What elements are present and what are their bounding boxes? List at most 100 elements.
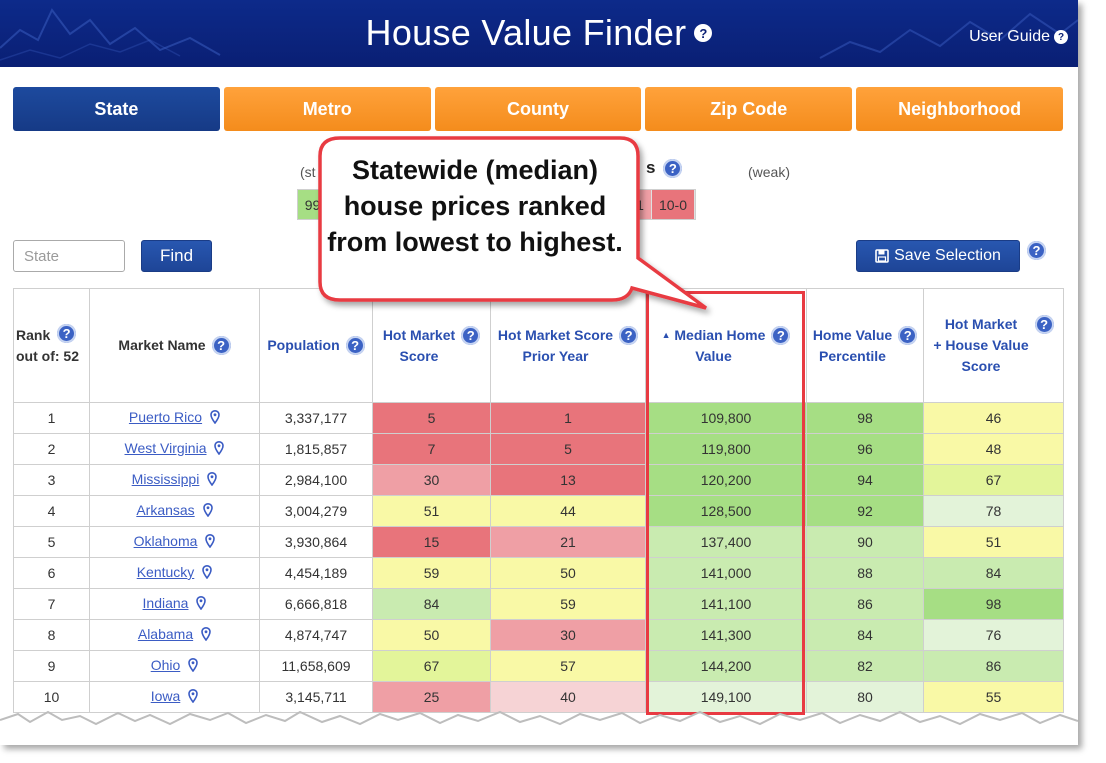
map-pin-icon[interactable]: [202, 564, 213, 582]
table-row[interactable]: 8 Alabama 4,874,747 50 30 141,300 84 76: [13, 619, 1064, 651]
population-cell: 2,984,100: [259, 464, 373, 496]
hot-score-help-icon[interactable]: ?: [461, 325, 481, 345]
population-cell: 3,337,177: [259, 402, 373, 434]
prior-year-cell: 1: [490, 402, 646, 434]
percentile-cell: 94: [806, 464, 924, 496]
col-header-market-name[interactable]: Market Name?: [89, 288, 260, 403]
legend-title-fragment: s ?: [646, 158, 683, 178]
map-pin-icon[interactable]: [196, 595, 207, 613]
hot-score-cell: 59: [372, 557, 491, 589]
hot-score-cell: 30: [372, 464, 491, 496]
state-search-input[interactable]: [13, 240, 125, 272]
combo-header-line2: + House Value: [933, 337, 1029, 353]
prior-year-cell: 5: [490, 433, 646, 465]
market-name-link[interactable]: Oklahoma: [134, 533, 198, 549]
percentile-cell: 84: [806, 619, 924, 651]
population-cell: 3,930,864: [259, 526, 373, 558]
col-header-hot-score-prior-year[interactable]: Hot Market Score Prior Year ?: [490, 288, 646, 403]
combined-score-cell: 78: [923, 495, 1064, 527]
table-row[interactable]: 6 Kentucky 4,454,189 59 50 141,000 88 84: [13, 557, 1064, 589]
market-name-link[interactable]: Indiana: [143, 595, 189, 611]
market-name-cell: Alabama: [89, 619, 260, 651]
user-guide-help-icon: ?: [1054, 30, 1068, 44]
find-button[interactable]: Find: [141, 240, 212, 272]
save-selection-label: Save Selection: [894, 247, 1001, 264]
population-help-icon[interactable]: ?: [345, 336, 365, 355]
map-pin-icon[interactable]: [210, 409, 220, 427]
save-selection-button[interactable]: Save Selection: [856, 240, 1020, 272]
percentile-cell: 82: [806, 650, 924, 682]
tab-state[interactable]: State: [13, 87, 220, 131]
legend-bin: 10-0: [652, 190, 695, 219]
col-header-home-value-percentile[interactable]: Home Value Percentile ?: [806, 288, 924, 403]
col-header-rank[interactable]: Rank ? out of: 52: [13, 288, 90, 403]
save-help-icon[interactable]: ?: [1027, 241, 1046, 260]
results-table: Rank ? out of: 52 Market Name? Populatio…: [13, 288, 1064, 713]
rank-cell: 8: [13, 619, 90, 651]
table-row[interactable]: 5 Oklahoma 3,930,864 15 21 137,400 90 51: [13, 526, 1064, 558]
table-row[interactable]: 9 Ohio 11,658,609 67 57 144,200 82 86: [13, 650, 1064, 682]
user-guide-link[interactable]: User Guide ?: [969, 28, 1068, 46]
tab-neighborhood[interactable]: Neighborhood: [856, 87, 1063, 131]
market-name-link[interactable]: Kentucky: [137, 564, 195, 580]
market-name-link[interactable]: Mississippi: [132, 471, 200, 487]
floppy-disk-icon: [875, 249, 889, 263]
tab-zip-code[interactable]: Zip Code: [645, 87, 853, 131]
combined-score-cell: 76: [923, 619, 1064, 651]
rank-help-icon[interactable]: ?: [57, 324, 77, 343]
table-row[interactable]: 4 Arkansas 3,004,279 51 44 128,500 92 78: [13, 495, 1064, 527]
hot-score-cell: 84: [372, 588, 491, 620]
market-name-link[interactable]: Ohio: [151, 657, 181, 673]
legend-suffix: s: [646, 158, 656, 177]
hot-header-line1: Hot Market: [382, 326, 456, 343]
pct-header-line1: Home Value: [812, 326, 893, 343]
prior-year-cell: 13: [490, 464, 646, 496]
col-header-population[interactable]: Population?: [259, 288, 373, 403]
percentile-cell: 86: [806, 588, 924, 620]
market-name-link[interactable]: Alabama: [138, 626, 193, 642]
map-pin-icon[interactable]: [205, 533, 216, 551]
user-guide-label: User Guide: [969, 28, 1050, 45]
market-name-help-icon[interactable]: ?: [211, 336, 231, 355]
combined-help-icon[interactable]: ?: [1034, 315, 1054, 334]
prior-year-cell: 50: [490, 557, 646, 589]
col-header-combined-score[interactable]: Hot Market + House Value Score ?: [923, 288, 1064, 403]
map-pin-icon[interactable]: [207, 471, 218, 489]
legend-strong-label: (st: [300, 164, 316, 180]
market-name-link[interactable]: Arkansas: [136, 502, 194, 518]
highlight-frame: [646, 291, 805, 715]
rank-cell: 3: [13, 464, 90, 496]
table-row[interactable]: 1 Puerto Rico 3,337,177 5 1 109,800 98 46: [13, 402, 1064, 434]
hot-score-cell: 67: [372, 650, 491, 682]
title-help-icon[interactable]: ?: [694, 24, 713, 42]
map-pin-icon[interactable]: [188, 657, 199, 675]
percentile-help-icon[interactable]: ?: [898, 325, 918, 345]
rank-header-line2: out of: 52: [16, 348, 79, 364]
hot-score-cell: 5: [372, 402, 491, 434]
market-name-link[interactable]: Puerto Rico: [129, 409, 202, 425]
market-name-link[interactable]: West Virginia: [125, 440, 207, 456]
map-pin-icon[interactable]: [214, 440, 225, 458]
combined-score-cell: 46: [923, 402, 1064, 434]
percentile-cell: 88: [806, 557, 924, 589]
combo-header-line1: Hot Market: [944, 316, 1018, 332]
market-name-cell: Ohio: [89, 650, 260, 682]
combo-header-line3: Score: [961, 358, 1001, 374]
table-row[interactable]: 2 West Virginia 1,815,857 7 5 119,800 96 48: [13, 433, 1064, 465]
map-pin-icon[interactable]: [202, 502, 213, 520]
tab-county[interactable]: County: [434, 87, 642, 131]
table-row[interactable]: 7 Indiana 6,666,818 84 59 141,100 86 98: [13, 588, 1064, 620]
col-header-hot-market-score[interactable]: Hot Market Score ?: [372, 288, 491, 403]
tab-metro[interactable]: Metro: [223, 87, 431, 131]
rank-cell: 5: [13, 526, 90, 558]
hot-score-cell: 50: [372, 619, 491, 651]
rank-cell: 7: [13, 588, 90, 620]
map-pin-icon[interactable]: [201, 626, 211, 644]
market-name-cell: Puerto Rico: [89, 402, 260, 434]
table-row[interactable]: 3 Mississippi 2,984,100 30 13 120,200 94 67: [13, 464, 1064, 496]
prior-year-help-icon[interactable]: ?: [619, 325, 639, 345]
legend-bin-label: 99: [304, 196, 321, 213]
torn-edge-decoration: [0, 710, 1078, 745]
population-cell: 4,454,189: [259, 557, 373, 589]
legend-help-icon[interactable]: ?: [663, 159, 683, 178]
